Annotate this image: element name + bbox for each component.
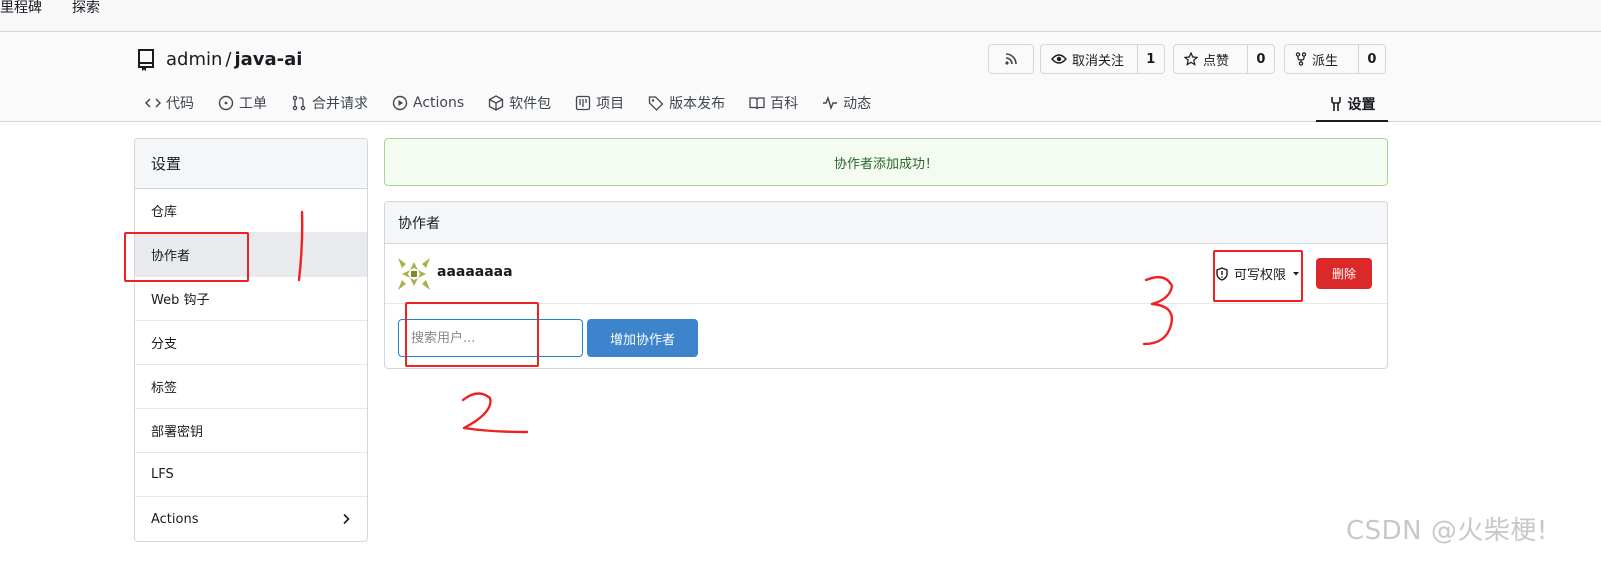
- book-icon: [749, 97, 765, 110]
- sidebar-item-lfs[interactable]: LFS: [135, 453, 367, 497]
- tab-projects-label: 项目: [596, 96, 625, 112]
- sidebar-item-deploy-keys[interactable]: 部署密钥: [135, 409, 367, 453]
- sidebar-item-branches[interactable]: 分支: [135, 321, 367, 365]
- tab-issues[interactable]: 工单: [218, 88, 279, 118]
- annotation-box-permission: [1213, 250, 1303, 302]
- tab-releases-label: 版本发布: [669, 96, 726, 112]
- eye-icon: [1051, 54, 1067, 64]
- sidebar-header: 设置: [135, 139, 367, 189]
- watch-count[interactable]: 1: [1136, 45, 1164, 73]
- tag-icon: [648, 96, 664, 111]
- star-label: 点赞: [1203, 53, 1230, 69]
- annotation-box-collaborators: [124, 232, 249, 282]
- tab-actions-label: Actions: [413, 95, 465, 111]
- repo-icon: [138, 49, 154, 71]
- star-count[interactable]: 0: [1246, 45, 1274, 73]
- fork-label: 派生: [1312, 53, 1339, 69]
- avatar[interactable]: [398, 258, 430, 290]
- nav-link-milestones[interactable]: 里程碑: [0, 0, 42, 16]
- sidebar-item-label: 仓库: [151, 205, 178, 220]
- tab-wiki-label: 百科: [770, 96, 799, 112]
- tab-actions[interactable]: Actions: [392, 88, 476, 118]
- pull-request-icon: [292, 95, 306, 111]
- tab-issues-label: 工单: [239, 96, 267, 112]
- tab-pull-requests[interactable]: 合并请求: [291, 88, 380, 118]
- tab-settings-label: 设置: [1347, 97, 1376, 113]
- tab-wiki[interactable]: 百科: [749, 88, 810, 118]
- tab-packages[interactable]: 软件包: [488, 88, 563, 118]
- sidebar-item-actions[interactable]: Actions: [135, 497, 367, 541]
- tab-activity-label: 动态: [843, 96, 872, 112]
- tab-packages-label: 软件包: [509, 96, 552, 112]
- sidebar-item-webhooks[interactable]: Web 钩子: [135, 277, 367, 321]
- rss-button[interactable]: [988, 44, 1034, 74]
- fork-button[interactable]: 派生: [1285, 45, 1358, 73]
- repo-owner-link[interactable]: admin: [166, 49, 222, 70]
- sidebar-item-label: Web 钩子: [151, 293, 210, 308]
- tools-icon: [1330, 97, 1341, 111]
- play-icon: [392, 95, 408, 111]
- repo-separator: /: [225, 49, 232, 70]
- package-icon: [488, 95, 504, 111]
- tab-pull-requests-label: 合并请求: [312, 96, 368, 112]
- star-icon: [1184, 52, 1198, 66]
- sidebar-item-repository[interactable]: 仓库: [135, 189, 367, 233]
- project-icon: [575, 95, 591, 111]
- tab-releases[interactable]: 版本发布: [648, 88, 737, 118]
- top-nav: 里程碑 探索: [0, 0, 1601, 32]
- repo-header: admin / java-ai 取消关注 1 点赞 0 派生 0 代码 工单 合…: [0, 32, 1601, 122]
- collaborators-header: 协作者: [385, 202, 1387, 244]
- issue-icon: [218, 95, 234, 111]
- nav-link-explore[interactable]: 探索: [72, 0, 100, 16]
- unwatch-label: 取消关注: [1072, 53, 1125, 69]
- watermark: CSDN @火柴梗!: [1346, 516, 1548, 546]
- repo-tabs: 代码 工单 合并请求 Actions 软件包 项目 版本发布 百科 动态: [145, 88, 895, 122]
- fork-button-group: 派生 0: [1284, 44, 1386, 74]
- tab-code[interactable]: 代码: [145, 88, 206, 118]
- sidebar-item-label: LFS: [151, 467, 174, 482]
- sidebar-item-label: 部署密钥: [151, 425, 204, 440]
- unwatch-button-group: 取消关注 1: [1040, 44, 1165, 74]
- pulse-icon: [823, 95, 838, 111]
- annotation-mark-two: [461, 392, 529, 434]
- fork-icon: [1295, 52, 1307, 66]
- tab-activity[interactable]: 动态: [822, 88, 883, 118]
- tab-projects[interactable]: 项目: [575, 88, 636, 118]
- rss-icon: [1005, 53, 1017, 65]
- repo-title: admin / java-ai: [166, 48, 302, 72]
- success-flash-message: 协作者添加成功！: [384, 138, 1388, 186]
- delete-collaborator-button[interactable]: 删除: [1316, 258, 1372, 289]
- star-button[interactable]: 点赞: [1174, 45, 1247, 73]
- sidebar-item-label: 分支: [151, 337, 178, 352]
- tab-settings[interactable]: 设置: [1316, 88, 1388, 122]
- code-icon: [145, 98, 161, 108]
- sidebar-item-tags[interactable]: 标签: [135, 365, 367, 409]
- unwatch-button[interactable]: 取消关注: [1041, 45, 1137, 73]
- fork-count[interactable]: 0: [1357, 45, 1385, 73]
- chevron-right-icon: [343, 513, 350, 525]
- tab-code-label: 代码: [166, 96, 194, 112]
- add-collaborator-button[interactable]: 增加协作者: [587, 319, 698, 357]
- sidebar-item-label: Actions: [151, 511, 199, 527]
- annotation-box-search: [405, 302, 539, 367]
- sidebar-item-label: 标签: [151, 381, 178, 396]
- collaborator-username[interactable]: aaaaaaaa: [437, 264, 513, 280]
- settings-sidebar: 设置 仓库 协作者 Web 钩子 分支 标签 部署密钥 LFS Actions: [134, 138, 368, 542]
- star-button-group: 点赞 0: [1173, 44, 1275, 74]
- repo-name-link[interactable]: java-ai: [234, 49, 302, 70]
